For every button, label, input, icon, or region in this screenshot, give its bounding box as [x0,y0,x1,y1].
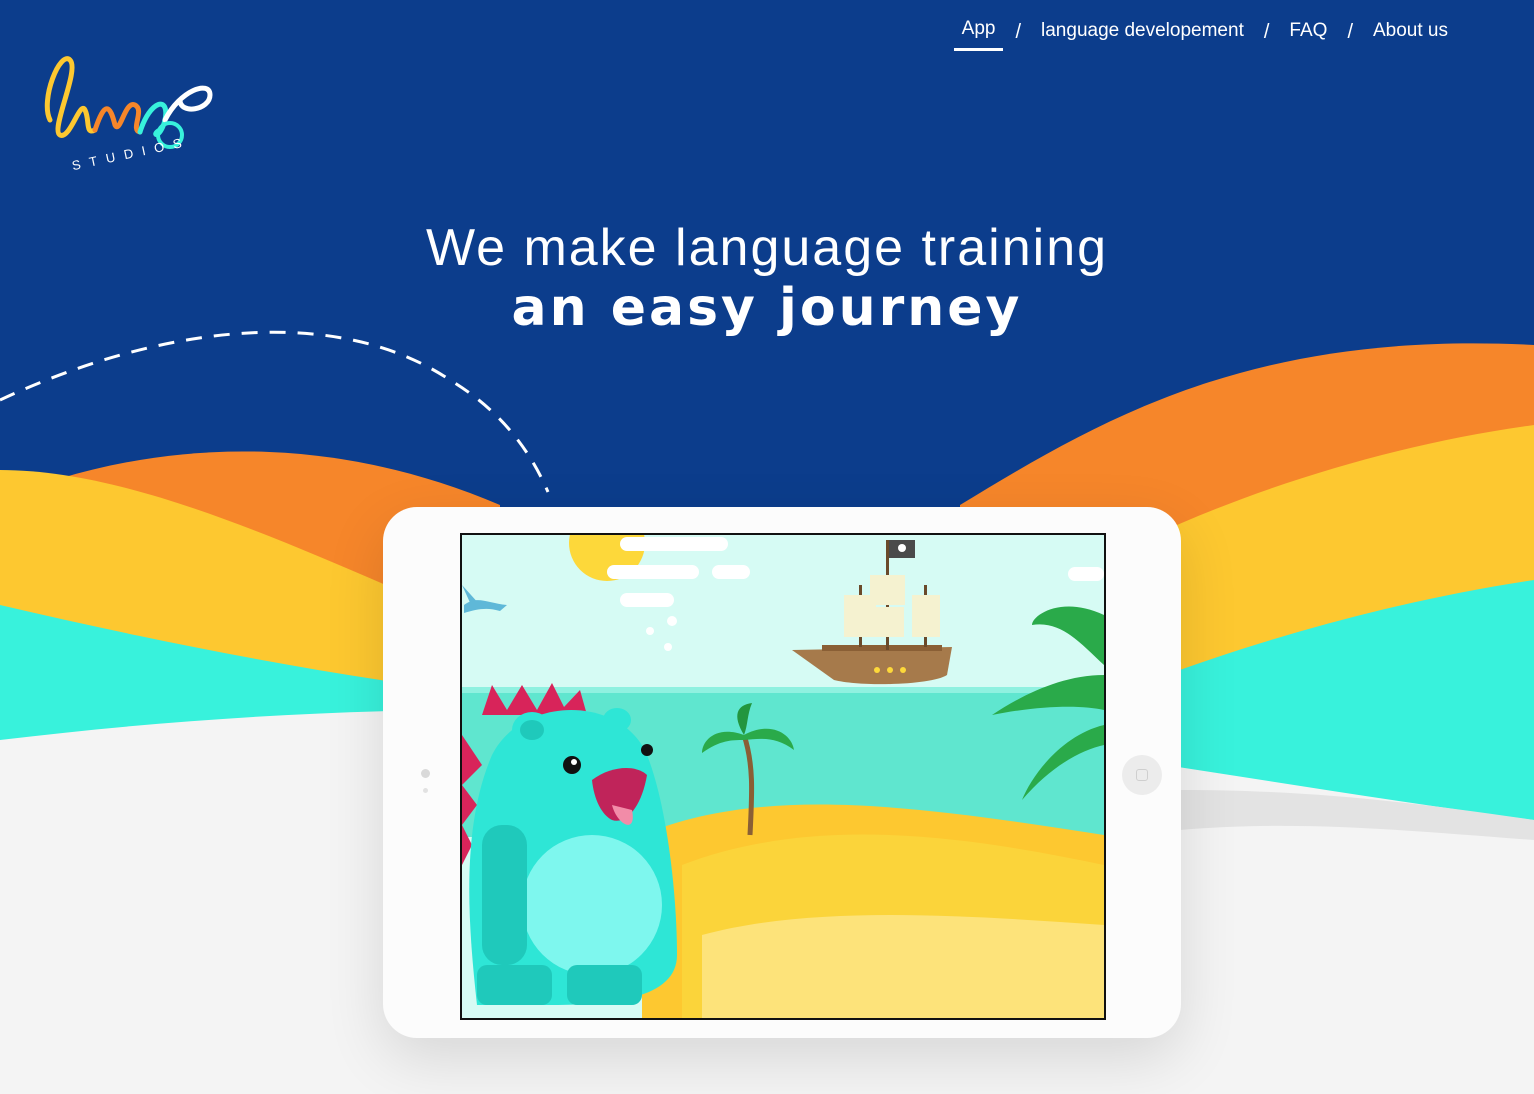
cloud [607,565,699,579]
nav-faq[interactable]: FAQ [1281,16,1335,50]
cloud [620,593,674,607]
hero-headline: We make language training an easy journe… [0,218,1534,338]
game-scene [462,535,1104,1018]
tablet-sensor [423,788,428,793]
tablet-home-button [1122,755,1162,795]
tablet-device [383,507,1181,1038]
logo-studios-text: STUDIOS [70,133,191,170]
app-screenshot [460,533,1106,1020]
cloud [620,537,728,551]
nav-language-development[interactable]: language developement [1033,16,1252,50]
nav-app[interactable]: App [953,14,1004,51]
dune-front [702,915,1104,1018]
cloud [1068,567,1104,581]
hero-line-2: an easy journey [511,278,1023,338]
nav-about-us[interactable]: About us [1365,16,1456,50]
logo-mark: STUDIOS [44,56,213,173]
main-nav: App / language developement / FAQ / Abou… [953,14,1456,51]
tablet-camera [421,769,430,778]
nav-separator: / [1263,21,1270,43]
cloud [712,565,750,579]
lingo-studios-logo[interactable]: STUDIOS [30,40,230,173]
nav-separator: / [1347,21,1353,43]
nav-separator: / [1015,21,1022,43]
hero-line-1: We make language training [425,219,1109,277]
